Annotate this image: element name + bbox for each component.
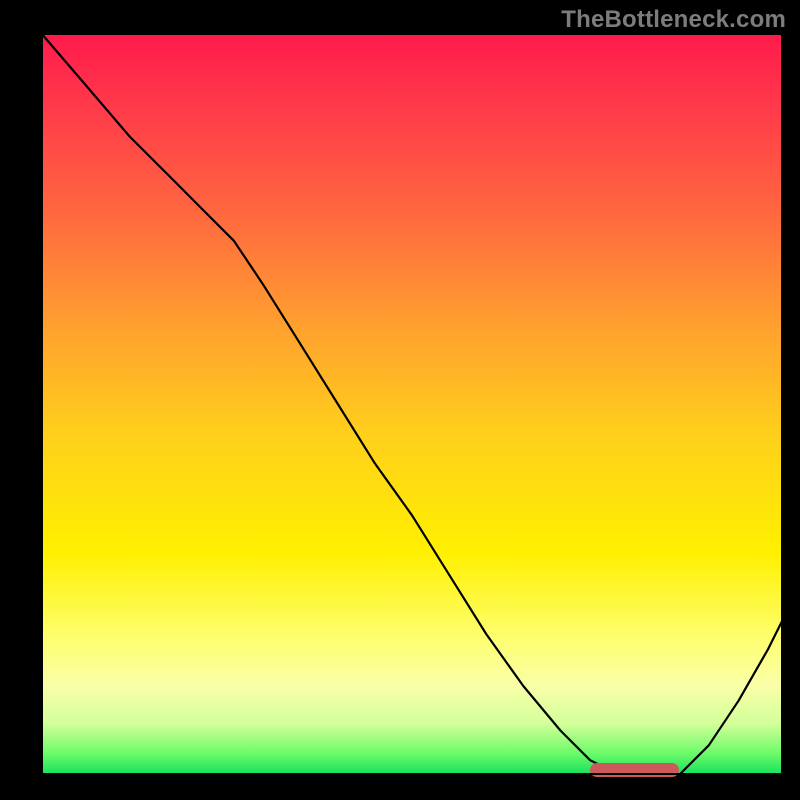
chart-stage: TheBottleneck.com (0, 0, 800, 800)
watermark-text: TheBottleneck.com (561, 6, 786, 34)
bottleneck-curve (41, 33, 783, 775)
optimal-range-marker (590, 763, 679, 777)
curve-path (41, 33, 783, 775)
plot-area (41, 33, 783, 775)
